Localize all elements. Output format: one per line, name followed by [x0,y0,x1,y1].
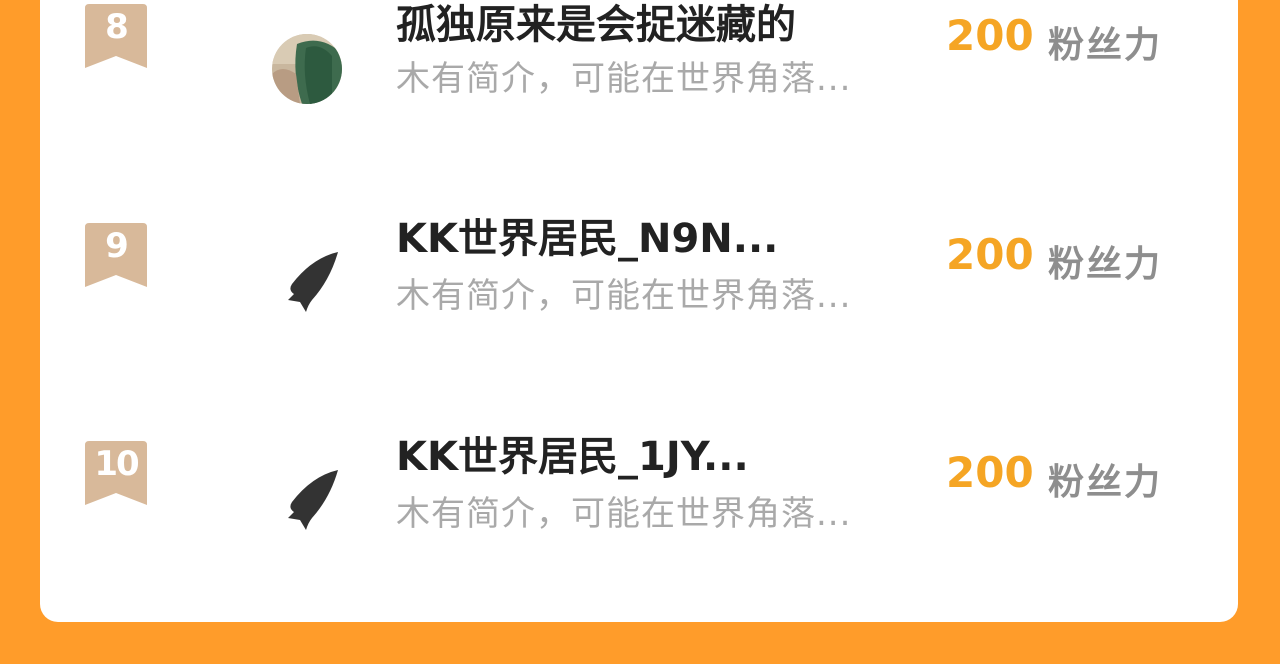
rank-number: 8 [105,7,129,47]
fans-label: 粉丝力 [1048,244,1163,285]
user-name[interactable]: KK世界居民_N9N... [396,206,778,264]
user-avatar[interactable] [272,468,342,538]
shark-fin-icon [288,252,338,312]
fans-label: 粉丝力 [1048,462,1163,503]
rank-number: 10 [94,444,139,484]
shark-fin-icon [288,470,338,530]
user-name[interactable]: KK世界居民_1JY... [396,424,749,482]
rank-badge: 8 [85,4,147,68]
user-intro: 木有简介，可能在世界角落... [396,59,852,99]
fans-value: 200 [946,448,1034,497]
ranking-row[interactable]: 8 孤独原来是会捉迷藏的 木有简介，可能在世界角落... 200 粉丝力 [40,0,1238,178]
fans-label: 粉丝力 [1048,25,1163,66]
fans-value: 200 [946,11,1034,60]
rank-number: 9 [105,226,129,266]
rank-badge: 10 [85,441,147,505]
ranking-row[interactable]: 10 KK世界居民_1JY... 木有简介，可能在世界角落... 200 粉丝力 [40,396,1238,614]
rank-badge: 9 [85,223,147,287]
user-avatar[interactable] [272,250,342,320]
ranking-row[interactable]: 9 KK世界居民_N9N... 木有简介，可能在世界角落... 200 粉丝力 [40,178,1238,396]
user-intro: 木有简介，可能在世界角落... [396,276,852,316]
ranking-card: 8 孤独原来是会捉迷藏的 木有简介，可能在世界角落... 200 粉丝力 9 K… [40,0,1238,622]
user-name[interactable]: 孤独原来是会捉迷藏的 [396,0,796,50]
user-photo-avatar-icon [272,34,342,104]
user-intro: 木有简介，可能在世界角落... [396,494,852,534]
user-avatar[interactable] [272,34,342,104]
fans-value: 200 [946,230,1034,279]
